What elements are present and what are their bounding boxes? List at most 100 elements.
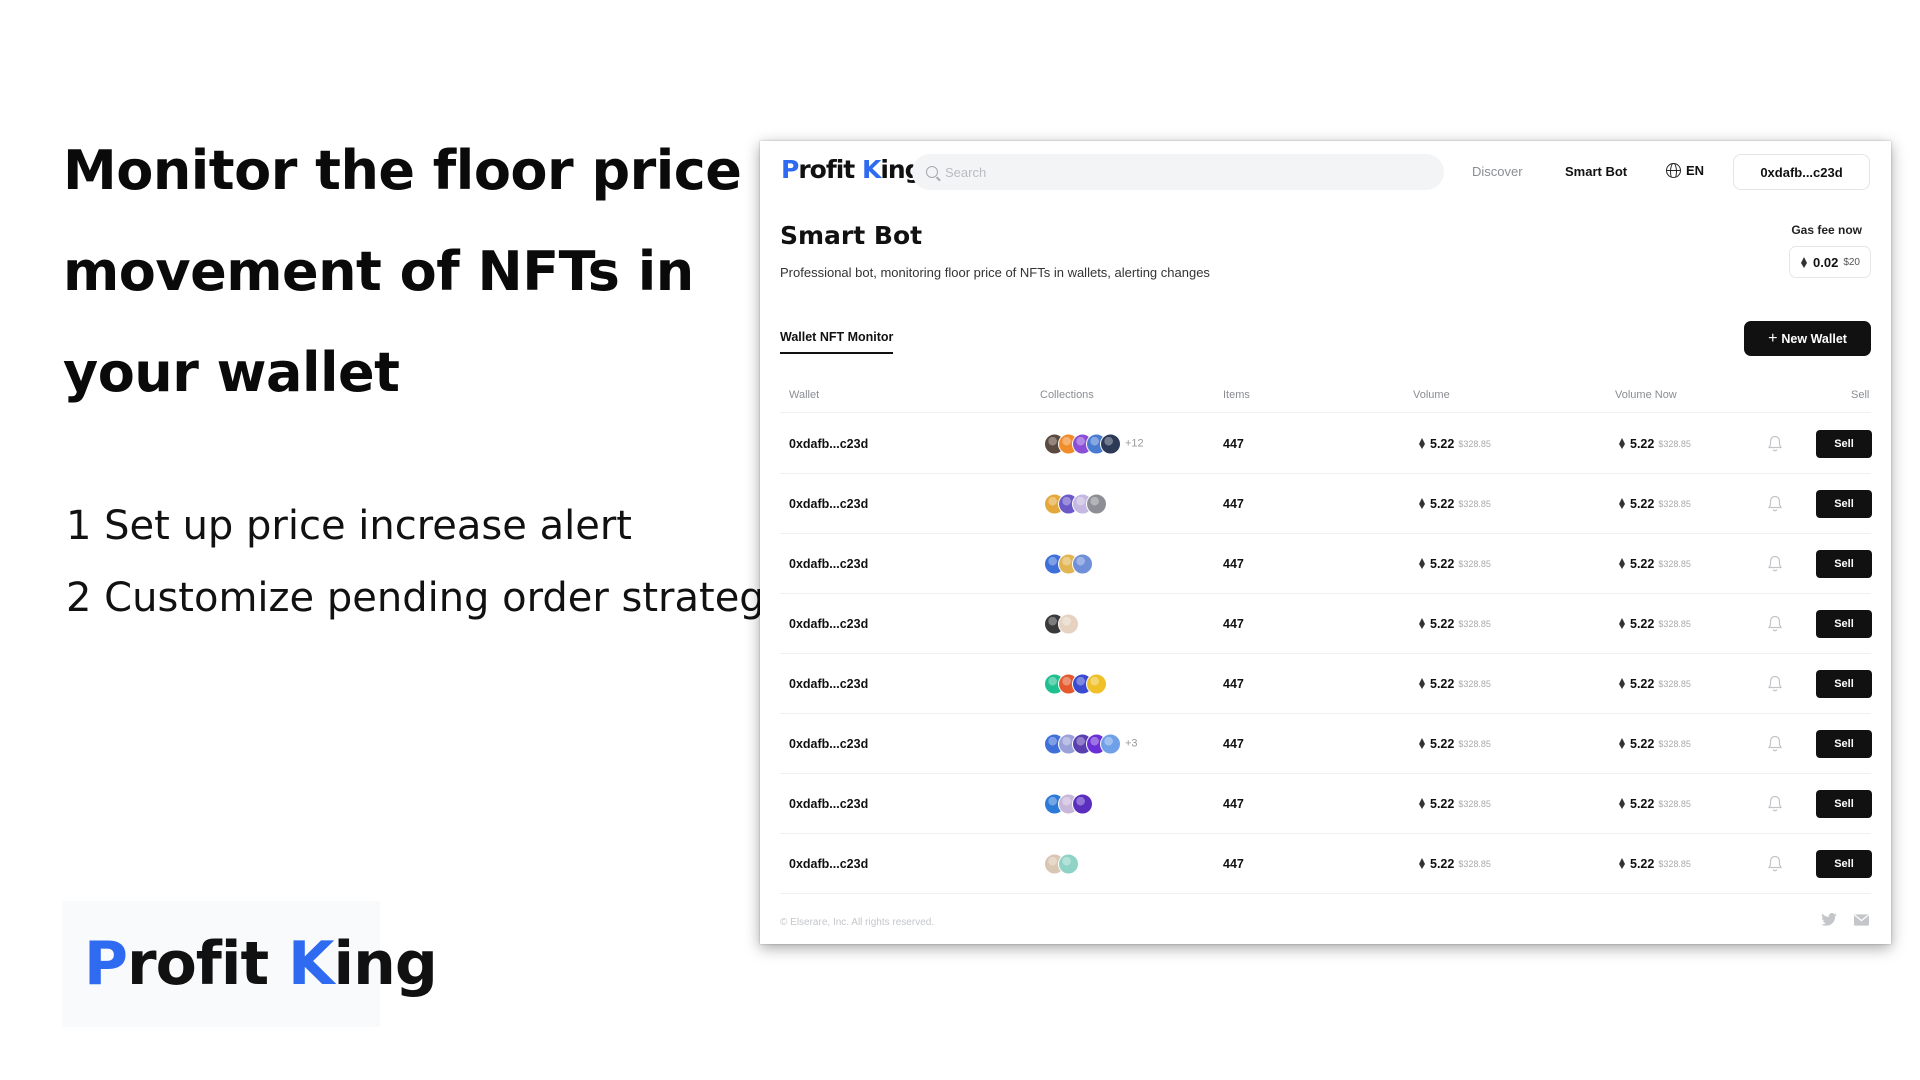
page-description: Professional bot, monitoring floor price…: [780, 265, 1210, 280]
tab-wallet-nft-monitor[interactable]: Wallet NFT Monitor: [780, 330, 894, 354]
more-collections-count[interactable]: +3: [1125, 738, 1138, 750]
wallet-address[interactable]: 0xdafb...c23d: [789, 857, 868, 871]
bell-icon[interactable]: [1767, 495, 1783, 513]
wallet-address[interactable]: 0xdafb...c23d: [789, 557, 868, 571]
bell-icon[interactable]: [1767, 435, 1783, 453]
table-header: Wallet Collections Items Volume Volume N…: [780, 381, 1871, 413]
sell-button[interactable]: Sell: [1816, 429, 1872, 458]
volume-cell: 5.22 $328.85: [1418, 677, 1491, 691]
wallet-address[interactable]: 0xdafb...c23d: [789, 797, 868, 811]
collection-avatar[interactable]: [1058, 613, 1079, 634]
volume-now-cell: 5.22 $328.85: [1618, 437, 1691, 451]
volume-cell: 5.22 $328.85: [1418, 617, 1491, 631]
bell-icon[interactable]: [1767, 735, 1783, 753]
wallet-address[interactable]: 0xdafb...c23d: [789, 617, 868, 631]
new-wallet-button[interactable]: + New Wallet: [1744, 321, 1871, 356]
sell-button[interactable]: Sell: [1816, 489, 1872, 518]
table-row: 0xdafb...c23d 447 5.22 $328.85 5.22 $328…: [780, 834, 1872, 894]
bell-icon[interactable]: [1767, 855, 1783, 873]
sell-button[interactable]: Sell: [1816, 609, 1872, 638]
app-logo[interactable]: Profit King: [781, 155, 923, 184]
search-bar[interactable]: [912, 154, 1444, 190]
column-volume: Volume: [1413, 389, 1450, 401]
bell-icon[interactable]: [1767, 675, 1783, 693]
volume-value: 5.22: [1430, 496, 1455, 511]
collection-avatar[interactable]: [1086, 673, 1107, 694]
volume-value: 5.22: [1430, 676, 1455, 691]
bell-icon[interactable]: [1767, 615, 1783, 633]
search-icon: [926, 166, 938, 178]
nav-smart-bot[interactable]: Smart Bot: [1565, 164, 1627, 179]
table-row: 0xdafb...c23d 447 5.22 $328.85 5.22 $328…: [780, 594, 1872, 654]
eth-icon: [1418, 738, 1426, 749]
connected-wallet-button[interactable]: 0xdafb...c23d: [1733, 154, 1870, 190]
collection-avatar[interactable]: [1100, 733, 1121, 754]
collection-avatars: [1044, 613, 1083, 634]
twitter-icon[interactable]: [1821, 913, 1837, 926]
eth-icon: [1618, 798, 1626, 809]
sell-button[interactable]: Sell: [1816, 789, 1872, 818]
wallet-address[interactable]: 0xdafb...c23d: [789, 677, 868, 691]
nav-discover[interactable]: Discover: [1472, 164, 1523, 179]
volume-now-cell: 5.22 $328.85: [1618, 737, 1691, 751]
sell-button[interactable]: Sell: [1816, 849, 1872, 878]
volume-cell: 5.22 $328.85: [1418, 737, 1491, 751]
logo-letter: rofit: [126, 929, 289, 999]
wallet-address[interactable]: 0xdafb...c23d: [789, 437, 868, 451]
gas-fee-label: Gas fee now: [1791, 223, 1862, 237]
eth-icon: [1418, 498, 1426, 509]
promo-headline-line: movement of NFTs in: [63, 240, 694, 303]
app-window: Profit King Discover Smart Bot EN 0xdafb…: [760, 141, 1891, 944]
collection-avatar[interactable]: [1072, 553, 1093, 574]
column-sell: Sell: [1851, 389, 1870, 401]
sell-button[interactable]: Sell: [1816, 669, 1872, 698]
volume-now-usd: $328.85: [1658, 498, 1691, 509]
eth-icon: [1418, 798, 1426, 809]
collection-avatar[interactable]: [1100, 433, 1121, 454]
column-collections: Collections: [1040, 389, 1094, 401]
sell-button[interactable]: Sell: [1816, 549, 1872, 578]
column-volume-now: Volume Now: [1615, 389, 1677, 401]
footer-copyright: © Elserare, Inc. All rights reserved.: [780, 917, 935, 928]
mail-icon[interactable]: [1854, 913, 1869, 926]
gas-fee-value: 0.02: [1813, 254, 1839, 270]
volume-now-cell: 5.22 $328.85: [1618, 557, 1691, 571]
sell-button[interactable]: Sell: [1816, 729, 1872, 758]
wallet-address[interactable]: 0xdafb...c23d: [789, 497, 868, 511]
collection-avatars: [1044, 553, 1097, 574]
volume-now-value: 5.22: [1630, 676, 1655, 691]
table-row: 0xdafb...c23d +12 447 5.22 $328.85 5.22 …: [780, 414, 1872, 474]
volume-now-value: 5.22: [1630, 436, 1655, 451]
bell-icon[interactable]: [1767, 555, 1783, 573]
items-count: 447: [1223, 736, 1244, 751]
volume-now-value: 5.22: [1630, 856, 1655, 871]
items-count: 447: [1223, 616, 1244, 631]
volume-usd: $328.85: [1458, 738, 1491, 749]
plus-icon: +: [1768, 329, 1778, 347]
collection-avatars: [1044, 493, 1111, 514]
collection-avatar[interactable]: [1072, 793, 1093, 814]
volume-usd: $328.85: [1458, 558, 1491, 569]
language-selector[interactable]: EN: [1666, 163, 1704, 178]
bell-icon[interactable]: [1767, 795, 1783, 813]
volume-value: 5.22: [1430, 556, 1455, 571]
volume-usd: $328.85: [1458, 858, 1491, 869]
volume-now-usd: $328.85: [1658, 438, 1691, 449]
logo-letter: P: [84, 929, 128, 999]
search-input[interactable]: [945, 164, 1425, 180]
volume-cell: 5.22 $328.85: [1418, 497, 1491, 511]
items-count: 447: [1223, 556, 1244, 571]
table-row: 0xdafb...c23d 447 5.22 $328.85 5.22 $328…: [780, 474, 1872, 534]
collection-avatar[interactable]: [1058, 853, 1079, 874]
eth-icon: [1618, 858, 1626, 869]
table-row: 0xdafb...c23d 447 5.22 $328.85 5.22 $328…: [780, 654, 1872, 714]
volume-value: 5.22: [1430, 856, 1455, 871]
collection-avatar[interactable]: [1086, 493, 1107, 514]
volume-now-usd: $328.85: [1658, 858, 1691, 869]
wallet-address[interactable]: 0xdafb...c23d: [789, 737, 868, 751]
items-count: 447: [1223, 796, 1244, 811]
collection-avatars: [1044, 673, 1111, 694]
promo-headline-line: Monitor the floor price: [63, 139, 742, 202]
more-collections-count[interactable]: +12: [1125, 438, 1144, 450]
logo-letter: K: [861, 155, 881, 184]
